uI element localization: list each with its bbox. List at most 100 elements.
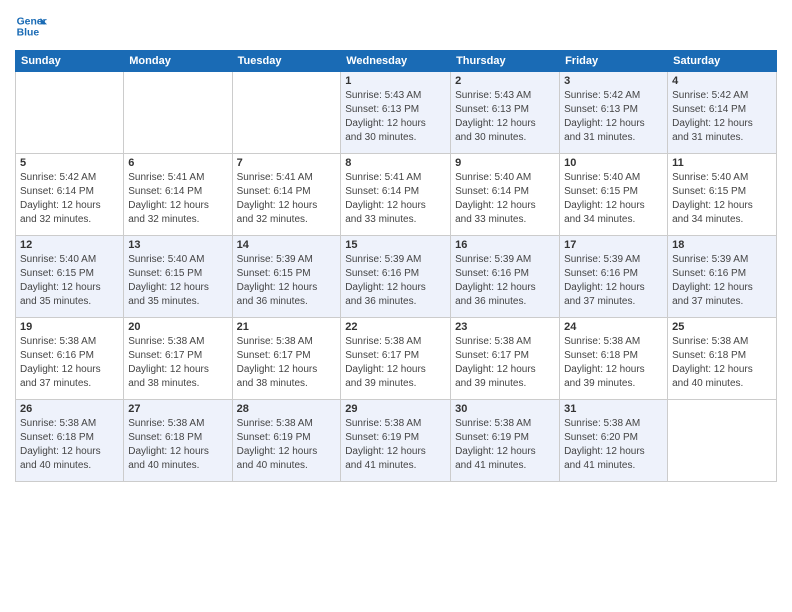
calendar-cell: 4 Sunrise: 5:42 AMSunset: 6:14 PMDaylight… bbox=[668, 72, 777, 154]
day-info: Sunrise: 5:42 AMSunset: 6:14 PMDaylight:… bbox=[20, 171, 119, 227]
calendar-cell: 17Sunrise: 5:39 AMSunset: 6:16 PMDayligh… bbox=[560, 236, 668, 318]
calendar-cell: 25 Sunrise: 5:38 AMSunset: 6:18 PMDayligh… bbox=[668, 318, 777, 400]
weekday-wednesday: Wednesday bbox=[341, 51, 451, 72]
day-number: 14 bbox=[237, 239, 337, 251]
day-number: 23 bbox=[455, 321, 555, 333]
day-info: Sunrise: 5:39 AMSunset: 6:16 PMDaylight:… bbox=[672, 253, 772, 309]
day-info: Sunrise: 5:42 AMSunset: 6:14 PMDaylight:… bbox=[672, 89, 772, 145]
weekday-header-row: SundayMondayTuesdayWednesdayThursdayFrid… bbox=[16, 51, 777, 72]
weekday-monday: Monday bbox=[124, 51, 232, 72]
day-number: 25 bbox=[672, 321, 772, 333]
day-info: Sunrise: 5:38 AMSunset: 6:16 PMDaylight:… bbox=[20, 335, 119, 391]
day-number: 12 bbox=[20, 239, 119, 251]
svg-text:Blue: Blue bbox=[17, 28, 40, 39]
calendar-cell: 15 Sunrise: 5:39 AMSunset: 6:16 PMDayligh… bbox=[341, 236, 451, 318]
day-info: Sunrise: 5:38 AMSunset: 6:18 PMDaylight:… bbox=[672, 335, 772, 391]
header: General Blue bbox=[15, 10, 777, 42]
day-number: 17 bbox=[564, 239, 663, 251]
day-number: 15 bbox=[345, 239, 446, 251]
calendar-cell: 19 Sunrise: 5:38 AMSunset: 6:16 PMDayligh… bbox=[16, 318, 124, 400]
day-number: 1 bbox=[345, 75, 446, 87]
day-info: Sunrise: 5:39 AMSunset: 6:16 PMDaylight:… bbox=[345, 253, 446, 309]
calendar-cell: 27 Sunrise: 5:38 AMSunset: 6:18 PMDayligh… bbox=[124, 400, 232, 482]
day-info: Sunrise: 5:38 AMSunset: 6:19 PMDaylight:… bbox=[345, 417, 446, 473]
day-info: Sunrise: 5:38 AMSunset: 6:19 PMDaylight:… bbox=[237, 417, 337, 473]
calendar-cell: 14 Sunrise: 5:39 AMSunset: 6:15 PMDayligh… bbox=[232, 236, 341, 318]
calendar-cell: 26 Sunrise: 5:38 AMSunset: 6:18 PMDayligh… bbox=[16, 400, 124, 482]
day-info: Sunrise: 5:40 AMSunset: 6:15 PMDaylight:… bbox=[672, 171, 772, 227]
calendar-cell: 21 Sunrise: 5:38 AMSunset: 6:17 PMDayligh… bbox=[232, 318, 341, 400]
day-number: 26 bbox=[20, 403, 119, 415]
weekday-saturday: Saturday bbox=[668, 51, 777, 72]
day-number: 30 bbox=[455, 403, 555, 415]
calendar-cell: 31 Sunrise: 5:38 AMSunset: 6:20 PMDayligh… bbox=[560, 400, 668, 482]
calendar-cell: 1 Sunrise: 5:43 AMSunset: 6:13 PMDaylight… bbox=[341, 72, 451, 154]
day-number: 4 bbox=[672, 75, 772, 87]
day-number: 19 bbox=[20, 321, 119, 333]
week-row-4: 19 Sunrise: 5:38 AMSunset: 6:16 PMDayligh… bbox=[16, 318, 777, 400]
day-number: 13 bbox=[128, 239, 227, 251]
day-number: 5 bbox=[20, 157, 119, 169]
day-info: Sunrise: 5:38 AMSunset: 6:17 PMDaylight:… bbox=[237, 335, 337, 391]
day-number: 29 bbox=[345, 403, 446, 415]
day-number: 21 bbox=[237, 321, 337, 333]
calendar-cell bbox=[668, 400, 777, 482]
day-info: Sunrise: 5:40 AMSunset: 6:15 PMDaylight:… bbox=[564, 171, 663, 227]
day-number: 27 bbox=[128, 403, 227, 415]
day-number: 31 bbox=[564, 403, 663, 415]
day-number: 24 bbox=[564, 321, 663, 333]
day-number: 10 bbox=[564, 157, 663, 169]
week-row-2: 5 Sunrise: 5:42 AMSunset: 6:14 PMDaylight… bbox=[16, 154, 777, 236]
day-number: 8 bbox=[345, 157, 446, 169]
day-info: Sunrise: 5:41 AMSunset: 6:14 PMDaylight:… bbox=[345, 171, 446, 227]
calendar-cell: 12 Sunrise: 5:40 AMSunset: 6:15 PMDayligh… bbox=[16, 236, 124, 318]
calendar-cell: 6 Sunrise: 5:41 AMSunset: 6:14 PMDaylight… bbox=[124, 154, 232, 236]
day-number: 3 bbox=[564, 75, 663, 87]
page: General Blue SundayMondayTuesdayWednesda… bbox=[0, 0, 792, 612]
day-number: 18 bbox=[672, 239, 772, 251]
day-info: Sunrise: 5:38 AMSunset: 6:17 PMDaylight:… bbox=[345, 335, 446, 391]
calendar-cell: 24Sunrise: 5:38 AMSunset: 6:18 PMDayligh… bbox=[560, 318, 668, 400]
day-info: Sunrise: 5:38 AMSunset: 6:18 PMDaylight:… bbox=[20, 417, 119, 473]
weekday-friday: Friday bbox=[560, 51, 668, 72]
week-row-3: 12 Sunrise: 5:40 AMSunset: 6:15 PMDayligh… bbox=[16, 236, 777, 318]
day-number: 22 bbox=[345, 321, 446, 333]
day-info: Sunrise: 5:41 AMSunset: 6:14 PMDaylight:… bbox=[128, 171, 227, 227]
day-info: Sunrise: 5:40 AMSunset: 6:15 PMDaylight:… bbox=[20, 253, 119, 309]
weekday-thursday: Thursday bbox=[451, 51, 560, 72]
week-row-1: 1 Sunrise: 5:43 AMSunset: 6:13 PMDaylight… bbox=[16, 72, 777, 154]
calendar-cell: 10 Sunrise: 5:40 AMSunset: 6:15 PMDayligh… bbox=[560, 154, 668, 236]
day-info: Sunrise: 5:38 AMSunset: 6:19 PMDaylight:… bbox=[455, 417, 555, 473]
logo-icon: General Blue bbox=[15, 10, 47, 42]
day-info: Sunrise: 5:42 AMSunset: 6:13 PMDaylight:… bbox=[564, 89, 663, 145]
weekday-sunday: Sunday bbox=[16, 51, 124, 72]
calendar-cell bbox=[232, 72, 341, 154]
calendar-cell: 3 Sunrise: 5:42 AMSunset: 6:13 PMDaylight… bbox=[560, 72, 668, 154]
day-number: 6 bbox=[128, 157, 227, 169]
calendar-cell: 9 Sunrise: 5:40 AMSunset: 6:14 PMDaylight… bbox=[451, 154, 560, 236]
calendar-cell bbox=[16, 72, 124, 154]
day-info: Sunrise: 5:43 AMSunset: 6:13 PMDaylight:… bbox=[455, 89, 555, 145]
day-info: Sunrise: 5:43 AMSunset: 6:13 PMDaylight:… bbox=[345, 89, 446, 145]
day-info: Sunrise: 5:40 AMSunset: 6:15 PMDaylight:… bbox=[128, 253, 227, 309]
day-info: Sunrise: 5:38 AMSunset: 6:17 PMDaylight:… bbox=[128, 335, 227, 391]
day-info: Sunrise: 5:38 AMSunset: 6:18 PMDaylight:… bbox=[128, 417, 227, 473]
day-info: Sunrise: 5:41 AMSunset: 6:14 PMDaylight:… bbox=[237, 171, 337, 227]
day-info: Sunrise: 5:38 AMSunset: 6:20 PMDaylight:… bbox=[564, 417, 663, 473]
day-number: 16 bbox=[455, 239, 555, 251]
calendar-cell: 18 Sunrise: 5:39 AMSunset: 6:16 PMDayligh… bbox=[668, 236, 777, 318]
calendar: SundayMondayTuesdayWednesdayThursdayFrid… bbox=[15, 50, 777, 482]
day-info: Sunrise: 5:40 AMSunset: 6:14 PMDaylight:… bbox=[455, 171, 555, 227]
calendar-cell: 7Sunrise: 5:41 AMSunset: 6:14 PMDaylight… bbox=[232, 154, 341, 236]
day-number: 2 bbox=[455, 75, 555, 87]
calendar-cell: 5 Sunrise: 5:42 AMSunset: 6:14 PMDaylight… bbox=[16, 154, 124, 236]
day-info: Sunrise: 5:38 AMSunset: 6:17 PMDaylight:… bbox=[455, 335, 555, 391]
day-info: Sunrise: 5:39 AMSunset: 6:15 PMDaylight:… bbox=[237, 253, 337, 309]
calendar-cell: 23 Sunrise: 5:38 AMSunset: 6:17 PMDayligh… bbox=[451, 318, 560, 400]
day-number: 11 bbox=[672, 157, 772, 169]
calendar-cell: 2 Sunrise: 5:43 AMSunset: 6:13 PMDaylight… bbox=[451, 72, 560, 154]
day-number: 28 bbox=[237, 403, 337, 415]
calendar-cell: 16Sunrise: 5:39 AMSunset: 6:16 PMDayligh… bbox=[451, 236, 560, 318]
day-number: 20 bbox=[128, 321, 227, 333]
day-number: 9 bbox=[455, 157, 555, 169]
